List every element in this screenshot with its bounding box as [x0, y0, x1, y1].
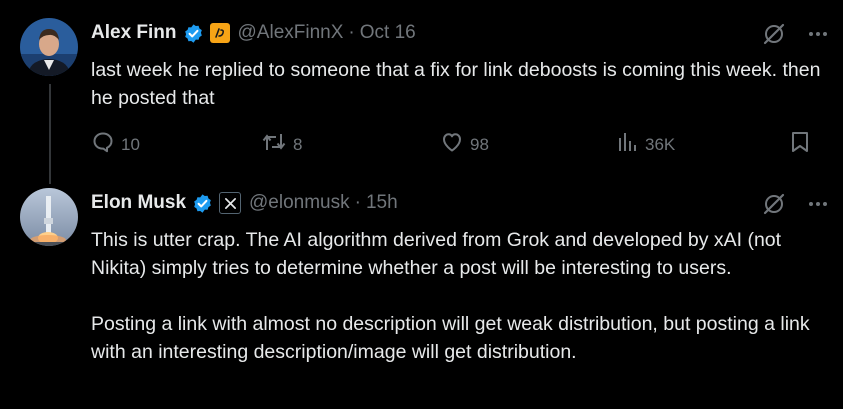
tweet-header: Alex Finn @AlexFinnX · Oct 16	[91, 19, 416, 47]
repost-button[interactable]: 8	[261, 130, 302, 159]
post-date[interactable]: Oct 16	[360, 22, 416, 44]
more-options-icon[interactable]	[808, 194, 828, 219]
grok-icon[interactable]	[762, 192, 786, 221]
views-button[interactable]: 36K	[615, 130, 675, 159]
tweet-header-actions	[762, 192, 828, 221]
repost-icon	[261, 130, 287, 159]
reply-button[interactable]: 10	[91, 130, 140, 159]
more-options-icon[interactable]	[808, 24, 828, 49]
author-name[interactable]: Alex Finn	[91, 22, 177, 44]
avatar[interactable]	[20, 188, 78, 246]
x-affiliate-badge-icon[interactable]	[219, 192, 242, 214]
bookmark-button[interactable]	[789, 130, 811, 159]
tweet-paragraph-1: This is utter crap. The AI algorithm der…	[91, 229, 782, 279]
views-chart-icon	[615, 130, 639, 159]
tweet-header: Elon Musk @elonmusk · 15h	[91, 189, 398, 217]
tweet-paragraph-2: Posting a link with almost no descriptio…	[91, 313, 810, 363]
reply-count: 10	[121, 134, 140, 154]
like-count: 98	[470, 134, 489, 154]
tweet-alex-finn[interactable]: Alex Finn @AlexFinnX · Oct 16 last week …	[0, 0, 843, 170]
like-button[interactable]: 98	[440, 130, 489, 159]
separator-dot: ·	[354, 192, 361, 213]
affiliate-badge-icon[interactable]	[209, 23, 230, 43]
bookmark-icon	[789, 130, 811, 159]
tweet-text: last week he replied to someone that a f…	[91, 56, 831, 112]
tweet-text: This is utter crap. The AI algorithm der…	[91, 226, 831, 366]
tweet-text-content: last week he replied to someone that a f…	[91, 59, 821, 109]
grok-icon[interactable]	[762, 22, 786, 51]
tweet-header-actions	[762, 22, 828, 51]
reply-icon	[91, 130, 115, 159]
author-handle[interactable]: @elonmusk	[249, 192, 350, 214]
view-count: 36K	[645, 134, 676, 154]
heart-icon	[440, 130, 464, 159]
verified-badge-icon	[192, 193, 213, 214]
verified-badge-icon	[183, 23, 204, 44]
author-name[interactable]: Elon Musk	[91, 192, 186, 214]
avatar[interactable]	[20, 18, 78, 76]
post-time[interactable]: 15h	[366, 192, 398, 214]
author-handle[interactable]: @AlexFinnX	[238, 22, 344, 44]
separator-dot: ·	[348, 22, 355, 43]
tweet-elon-musk[interactable]: Elon Musk @elonmusk · 15h This is utter …	[0, 170, 843, 409]
tweet-actions-bar: 10 8 98 36K	[91, 130, 821, 156]
repost-count: 8	[293, 134, 303, 154]
